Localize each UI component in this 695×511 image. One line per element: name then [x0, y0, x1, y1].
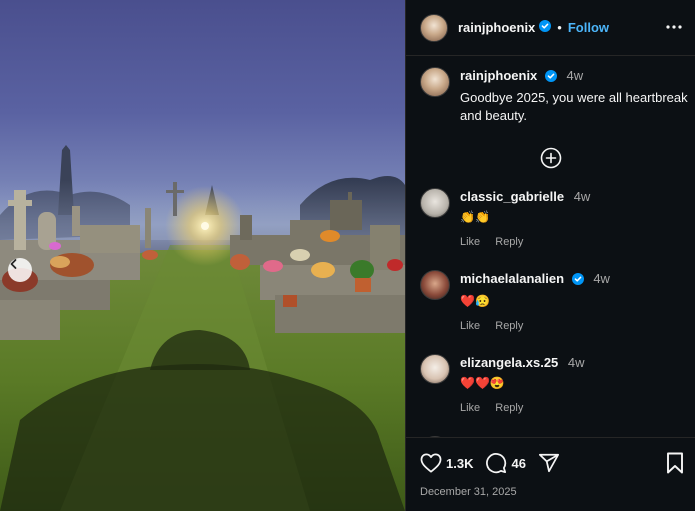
heart-icon[interactable] [420, 453, 442, 473]
carousel-prev-button[interactable] [8, 258, 32, 282]
comments-count[interactable]: 46 [511, 456, 525, 471]
caption-text: Goodbye 2025, you were all heartbreak an… [460, 90, 688, 123]
post-actions: 1.3K 46 [420, 452, 683, 474]
commenter-username[interactable]: elizangela.xs.25 [460, 355, 558, 370]
post-photo [0, 0, 405, 511]
bookmark-icon[interactable] [665, 452, 685, 479]
reply-button[interactable]: Reply [495, 236, 523, 248]
post-header: rainjphoenix • Follow [406, 0, 695, 56]
caption-avatar[interactable] [420, 67, 450, 97]
comment-item: classic_gabrielle 4w 👏👏 Like Reply [420, 188, 681, 248]
share-icon[interactable] [538, 452, 560, 474]
comment-item: michaelalanalien 4w ❤️😥 Like Reply [420, 270, 681, 332]
commenter-avatar[interactable] [420, 270, 450, 300]
more-options-icon[interactable] [665, 18, 683, 41]
verified-badge-icon [571, 272, 584, 290]
reply-button[interactable]: Reply [495, 402, 523, 414]
comment-time[interactable]: 4w [574, 189, 591, 204]
comment-text: ❤️❤️😍 [460, 376, 505, 390]
likes-count[interactable]: 1.3K [446, 456, 473, 471]
like-comment-button[interactable]: Like [460, 402, 480, 414]
caption-username[interactable]: rainjphoenix [460, 68, 537, 83]
reply-button[interactable]: Reply [495, 320, 523, 332]
post-date[interactable]: December 31, 2025 [420, 486, 683, 498]
verified-badge-icon [539, 19, 552, 37]
post-caption: rainjphoenix 4w Goodbye 2025, you were a… [420, 67, 688, 125]
separator-dot: • [557, 20, 562, 35]
like-comment-button[interactable]: Like [460, 236, 480, 248]
verified-badge-icon [544, 69, 557, 87]
comment-icon[interactable] [485, 452, 507, 474]
author-username[interactable]: rainjphoenix [458, 20, 535, 35]
cemetery-scene [0, 145, 405, 511]
comment-time[interactable]: 4w [568, 355, 585, 370]
caption-time[interactable]: 4w [567, 68, 584, 83]
comment-text: 👏👏 [460, 210, 490, 224]
load-more-comments-button[interactable] [420, 147, 681, 174]
post-footer: 1.3K 46 December 31, 2025 [406, 437, 695, 511]
commenter-avatar[interactable] [420, 354, 450, 384]
commenter-username[interactable]: classic_gabrielle [460, 189, 564, 204]
comments-list[interactable]: rainjphoenix 4w Goodbye 2025, you were a… [406, 57, 695, 437]
plus-circle-icon [540, 147, 562, 174]
author-avatar[interactable] [420, 13, 448, 42]
commenter-username[interactable]: michaelalanalien [460, 271, 564, 286]
commenter-avatar[interactable] [420, 188, 450, 218]
comment-text: ❤️😥 [460, 294, 490, 308]
comment-item: elizangela.xs.25 4w ❤️❤️😍 Like Reply [420, 354, 681, 414]
comment-time[interactable]: 4w [593, 271, 610, 286]
post-side-panel: rainjphoenix • Follow rainjphoenix 4w Go… [405, 0, 695, 511]
like-comment-button[interactable]: Like [460, 320, 480, 332]
follow-button[interactable]: Follow [568, 20, 609, 35]
